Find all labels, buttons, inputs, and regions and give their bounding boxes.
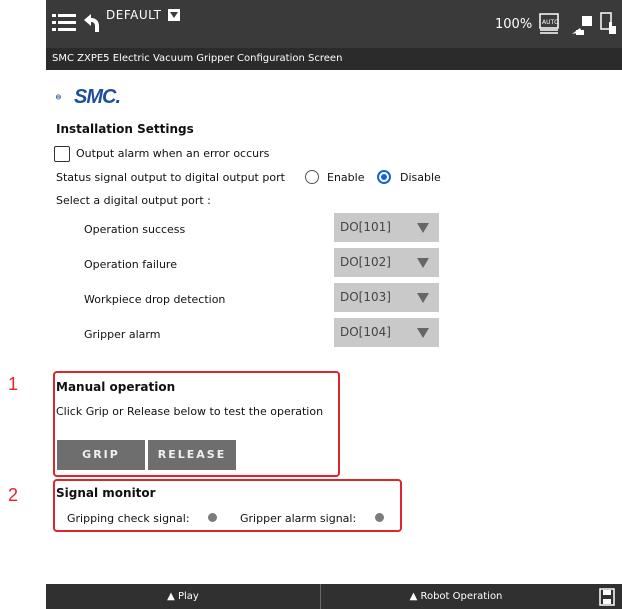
chevron-down-icon — [417, 328, 429, 338]
pendant-screen: DEFAULT 100% AUTO SMC ZXPE5 Electric Vac… — [46, 0, 622, 609]
robot-operation-tab[interactable]: ▲ Robot Operation — [321, 584, 591, 609]
port-label-operation-success: Operation success — [84, 223, 186, 236]
back-icon[interactable] — [82, 12, 102, 34]
disable-radio[interactable] — [377, 170, 391, 184]
save-icon[interactable] — [599, 588, 615, 606]
output-alarm-checkbox[interactable] — [54, 146, 70, 162]
grip-button[interactable]: GRIP — [57, 440, 145, 470]
dropdown-caret-icon[interactable] — [168, 9, 180, 21]
signal-monitor-title: Signal monitor — [56, 486, 156, 500]
release-button[interactable]: RELEASE — [148, 440, 236, 470]
port-value: DO[101] — [340, 220, 391, 234]
annotation-marker-2: 2 — [8, 485, 19, 505]
gripper-alarm-signal-label: Gripper alarm signal: — [240, 512, 357, 525]
svg-text:AUTO: AUTO — [542, 19, 559, 26]
manual-operation-title: Manual operation — [56, 380, 176, 394]
operation-failure-port-select[interactable]: DO[102] — [334, 248, 439, 277]
menu-icon[interactable] — [52, 12, 76, 34]
smc-logo-icon — [56, 94, 61, 100]
teach-pendant-icon[interactable] — [570, 14, 594, 36]
output-alarm-label: Output alarm when an error occurs — [76, 147, 270, 160]
operation-success-port-select[interactable]: DO[101] — [334, 213, 439, 242]
screen-title-bar: SMC ZXPE5 Electric Vacuum Gripper Config… — [46, 48, 622, 70]
bottom-bar: ▲ Play ▲ Robot Operation — [46, 584, 622, 609]
enable-radio[interactable] — [305, 170, 319, 184]
installation-settings-title: Installation Settings — [56, 122, 194, 136]
gripping-check-indicator — [208, 513, 217, 522]
touch-panel-icon[interactable] — [600, 12, 618, 36]
disable-label: Disable — [400, 171, 441, 184]
port-value: DO[103] — [340, 290, 391, 304]
screen-title: SMC ZXPE5 Electric Vacuum Gripper Config… — [52, 53, 343, 64]
enable-label: Enable — [327, 171, 365, 184]
play-tab[interactable]: ▲ Play — [46, 584, 320, 609]
program-name[interactable]: DEFAULT — [106, 8, 161, 22]
select-port-label: Select a digital output port : — [56, 194, 211, 207]
workpiece-drop-port-select[interactable]: DO[103] — [334, 283, 439, 312]
chevron-down-icon — [417, 258, 429, 268]
chevron-down-icon — [417, 223, 429, 233]
top-bar: DEFAULT 100% AUTO — [46, 0, 622, 48]
port-label-gripper-alarm: Gripper alarm — [84, 328, 161, 341]
smc-logo: SMC. — [74, 86, 121, 108]
gripper-alarm-port-select[interactable]: DO[104] — [334, 318, 439, 347]
auto-mode-icon[interactable]: AUTO — [538, 12, 562, 36]
port-label-operation-failure: Operation failure — [84, 258, 177, 271]
gripper-alarm-indicator — [375, 513, 384, 522]
port-value: DO[104] — [340, 325, 391, 339]
speed-override[interactable]: 100% — [495, 17, 532, 32]
annotation-marker-1: 1 — [8, 374, 19, 394]
status-signal-label: Status signal output to digital output p… — [56, 171, 285, 184]
port-value: DO[102] — [340, 255, 391, 269]
chevron-down-icon — [417, 293, 429, 303]
port-label-workpiece-drop: Workpiece drop detection — [84, 293, 226, 306]
gripping-check-label: Gripping check signal: — [67, 512, 190, 525]
manual-operation-description: Click Grip or Release below to test the … — [56, 405, 324, 418]
